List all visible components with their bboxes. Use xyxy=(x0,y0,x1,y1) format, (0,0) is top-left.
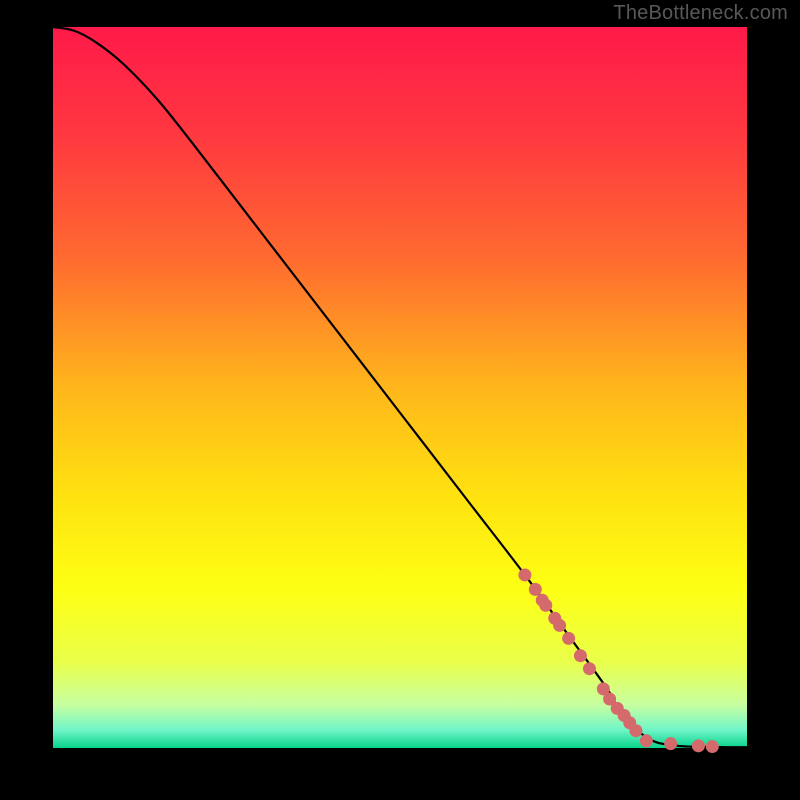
watermark: TheBottleneck.com xyxy=(613,2,788,25)
marker-dot xyxy=(629,724,642,737)
marker-dot xyxy=(539,599,552,612)
marker-dot xyxy=(692,739,705,752)
plot-background xyxy=(53,27,747,748)
marker-dot xyxy=(664,737,677,750)
marker-dot xyxy=(706,740,719,753)
marker-dot xyxy=(518,568,531,581)
marker-dot xyxy=(529,583,542,596)
marker-dot xyxy=(553,619,566,632)
marker-dot xyxy=(583,662,596,675)
chart-canvas xyxy=(0,0,800,800)
marker-dot xyxy=(562,632,575,645)
marker-dot xyxy=(640,734,653,747)
chart-stage: TheBottleneck.com xyxy=(0,0,800,800)
marker-dot xyxy=(574,649,587,662)
